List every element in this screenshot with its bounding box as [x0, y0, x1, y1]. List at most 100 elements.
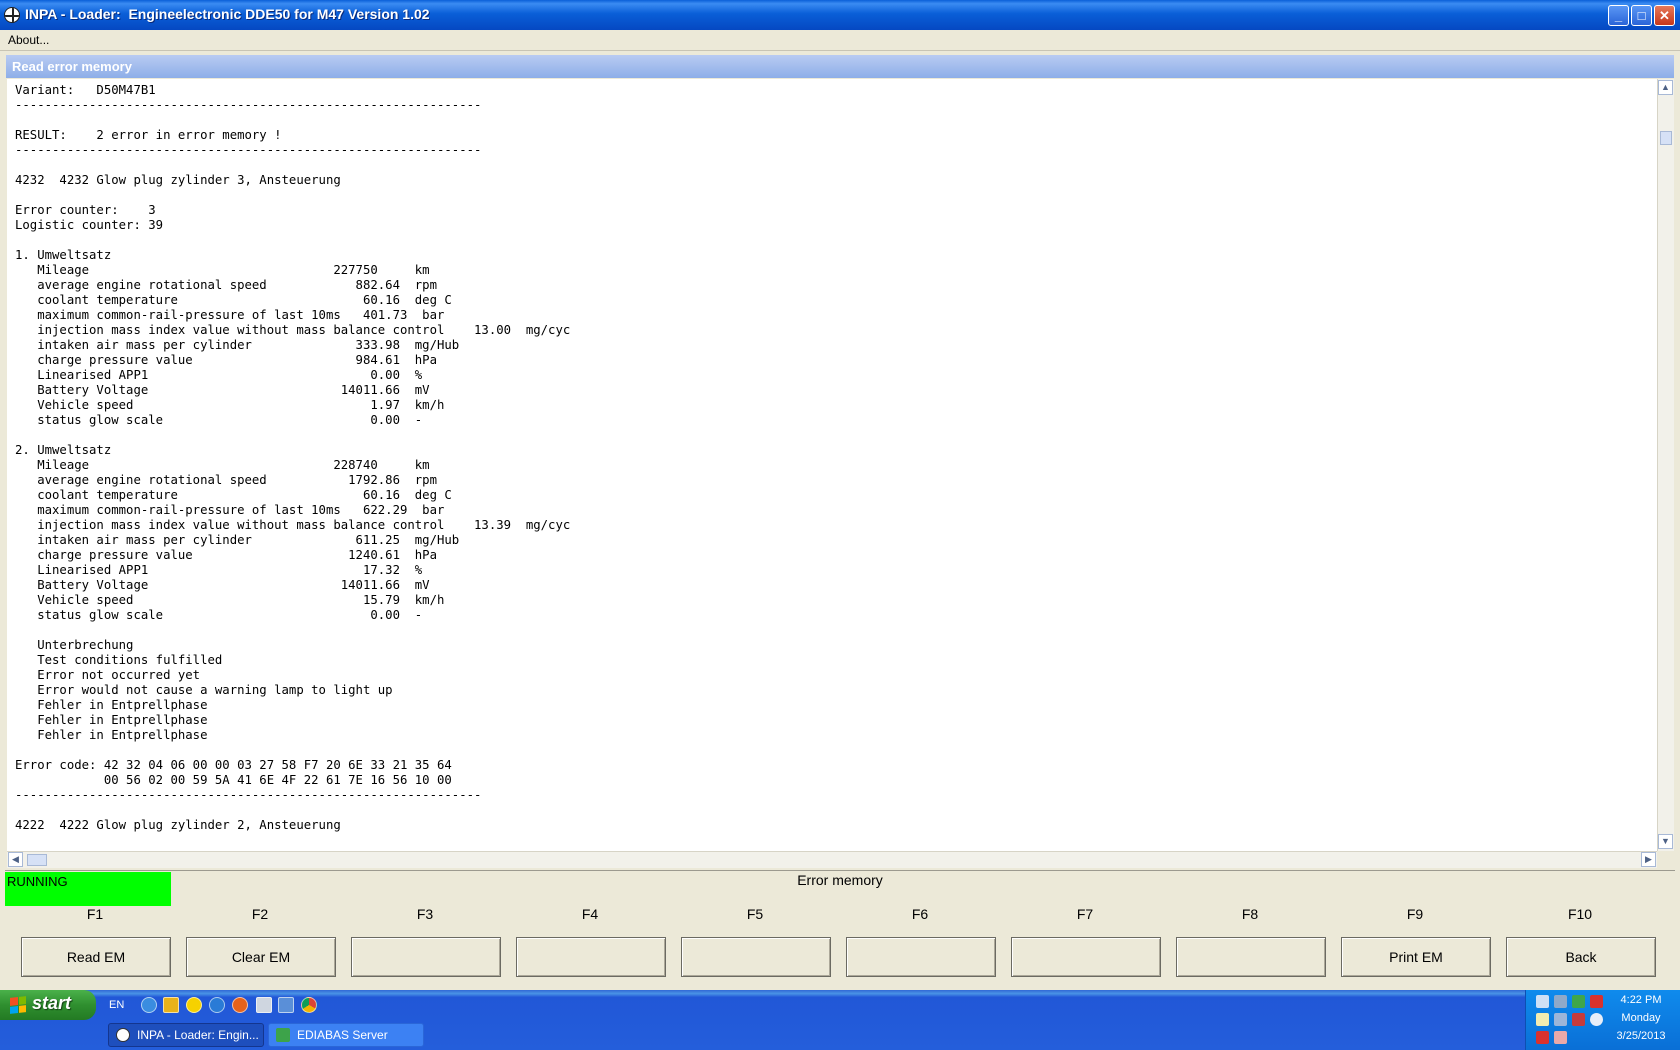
scroll-left-arrow-icon[interactable]: ◀ — [8, 852, 23, 867]
quicklaunch-app-icon[interactable] — [278, 997, 294, 1013]
output-line: average engine rotational speed 882.64 r… — [15, 278, 437, 292]
fkey-label-f1: F1 — [86, 906, 104, 922]
menu-about[interactable]: About... — [8, 33, 49, 47]
print-em-button[interactable]: Print EM — [1341, 937, 1491, 977]
tray-note-icon[interactable] — [1536, 1013, 1549, 1026]
scroll-right-arrow-icon[interactable]: ▶ — [1641, 852, 1656, 867]
scroll-down-arrow-icon[interactable]: ▼ — [1658, 834, 1673, 849]
output-line: Error counter: 3 — [15, 203, 156, 217]
read-em-button[interactable]: Read EM — [21, 937, 171, 977]
output-line: Fehler in Entprellphase — [15, 728, 208, 742]
output-line: Linearised APP1 0.00 % — [15, 368, 423, 382]
output-line: Test conditions fulfilled — [15, 653, 223, 667]
quicklaunch-firefox-icon[interactable] — [232, 997, 248, 1013]
output-line: 4222 4222 Glow plug zylinder 2, Ansteuer… — [15, 818, 341, 832]
clear-em-button[interactable]: Clear EM — [186, 937, 336, 977]
panel-titlebar: Read error memory — [6, 55, 1674, 78]
bmw-task-icon — [116, 1028, 130, 1042]
quicklaunch-chrome-icon[interactable] — [301, 997, 317, 1013]
fkey-label-f9: F9 — [1406, 906, 1424, 922]
window-titlebar[interactable]: INPA - Loader: Engineelectronic DDE50 fo… — [0, 0, 1680, 30]
system-tray: 4:22 PM Monday 3/25/2013 — [1525, 990, 1680, 1050]
output-line: intaken air mass per cylinder 333.98 mg/… — [15, 338, 460, 352]
vertical-scroll-thumb[interactable] — [1660, 131, 1672, 145]
output-line: Fehler in Entprellphase — [15, 713, 208, 727]
fkey-label-f8: F8 — [1241, 906, 1259, 922]
f6-button[interactable] — [846, 937, 996, 977]
output-line: maximum common-rail-pressure of last 10m… — [15, 308, 445, 322]
error-memory-output[interactable]: Variant: D50M47B1 -----------------------… — [7, 79, 1657, 851]
f3-button[interactable] — [351, 937, 501, 977]
vertical-scrollbar[interactable]: ▲ ▼ — [1657, 79, 1674, 851]
clock-date: 3/25/2013 — [1616, 1030, 1666, 1042]
output-line: Mileage 227750 km — [15, 263, 430, 277]
horizontal-scroll-thumb[interactable] — [27, 854, 47, 866]
output-line: Logistic counter: 39 — [15, 218, 164, 232]
output-line: Error code: 42 32 04 06 00 00 03 27 58 F… — [15, 758, 452, 772]
output-line: Battery Voltage 14011.66 mV — [15, 383, 430, 397]
quicklaunch-tool-icon[interactable] — [256, 997, 272, 1013]
output-line: Error not occurred yet — [15, 668, 201, 682]
fkey-label-f4: F4 — [581, 906, 599, 922]
output-line: status glow scale 0.00 - — [15, 413, 423, 427]
output-line: average engine rotational speed 1792.86 … — [15, 473, 437, 487]
window-title: INPA - Loader: Engineelectronic DDE50 fo… — [25, 6, 430, 22]
ediabas-task-icon — [276, 1028, 290, 1042]
tray-monitor-icon[interactable] — [1554, 1013, 1567, 1026]
fkey-label-f6: F6 — [911, 906, 929, 922]
output-line: injection mass index value without mass … — [15, 518, 571, 532]
output-line: maximum common-rail-pressure of last 10m… — [15, 503, 445, 517]
menu-bar: About... — [0, 30, 1680, 51]
start-label: start — [32, 993, 72, 1013]
maximize-button[interactable]: □ — [1631, 5, 1652, 26]
back-button[interactable]: Back — [1506, 937, 1656, 977]
output-line: 1. Umweltsatz — [15, 248, 112, 262]
fkey-label-f10: F10 — [1567, 906, 1593, 922]
quicklaunch-ie-icon[interactable] — [209, 997, 225, 1013]
output-line: RESULT: 2 error in error memory ! — [15, 128, 282, 142]
output-line: Error would not cause a warning lamp to … — [15, 683, 393, 697]
task-ediabas-server[interactable]: EDIABAS Server — [268, 1023, 424, 1047]
close-button[interactable]: ✕ — [1654, 5, 1675, 26]
quicklaunch-network-icon[interactable] — [141, 997, 157, 1013]
panel-title: Read error memory — [12, 59, 132, 74]
language-indicator[interactable]: EN — [109, 999, 124, 1011]
tray-volume-icon[interactable] — [1536, 995, 1549, 1008]
output-line: 4232 4232 Glow plug zylinder 3, Ansteuer… — [15, 173, 341, 187]
output-line: status glow scale 0.00 - — [15, 608, 423, 622]
output-line: Linearised APP1 17.32 % — [15, 563, 423, 577]
quicklaunch-lightning-icon[interactable] — [163, 997, 179, 1013]
quicklaunch-smiley-icon[interactable] — [186, 997, 202, 1013]
f5-button[interactable] — [681, 937, 831, 977]
bmw-app-icon — [4, 7, 20, 23]
f7-button[interactable] — [1011, 937, 1161, 977]
output-line: Vehicle speed 15.79 km/h — [15, 593, 445, 607]
output-line: ----------------------------------------… — [15, 98, 482, 112]
tray-red-icon[interactable] — [1590, 995, 1603, 1008]
tray-adobe-icon[interactable] — [1536, 1031, 1549, 1044]
scroll-up-arrow-icon[interactable]: ▲ — [1658, 80, 1673, 95]
minimize-button[interactable]: _ — [1608, 5, 1629, 26]
output-line: Unterbrechung — [15, 638, 134, 652]
horizontal-scrollbar[interactable]: ◀ ▶ — [7, 851, 1657, 868]
clock-time[interactable]: 4:22 PM — [1606, 994, 1676, 1006]
f4-button[interactable] — [516, 937, 666, 977]
tray-mail-icon[interactable] — [1554, 1031, 1567, 1044]
tray-green-icon[interactable] — [1572, 995, 1585, 1008]
f8-button[interactable] — [1176, 937, 1326, 977]
status-title: Error memory — [797, 872, 883, 888]
tray-shield-icon[interactable] — [1572, 1013, 1585, 1026]
windows-logo-icon — [10, 996, 26, 1014]
output-line: ----------------------------------------… — [15, 143, 482, 157]
tray-network-icon[interactable] — [1554, 995, 1567, 1008]
tray-globe-icon[interactable] — [1590, 1013, 1603, 1026]
start-button[interactable]: start — [0, 990, 96, 1020]
output-line: Mileage 228740 km — [15, 458, 430, 472]
fkey-label-f5: F5 — [746, 906, 764, 922]
output-line: coolant temperature 60.16 deg C — [15, 293, 452, 307]
task-inpa-loader[interactable]: INPA - Loader: Engin... — [108, 1023, 264, 1047]
